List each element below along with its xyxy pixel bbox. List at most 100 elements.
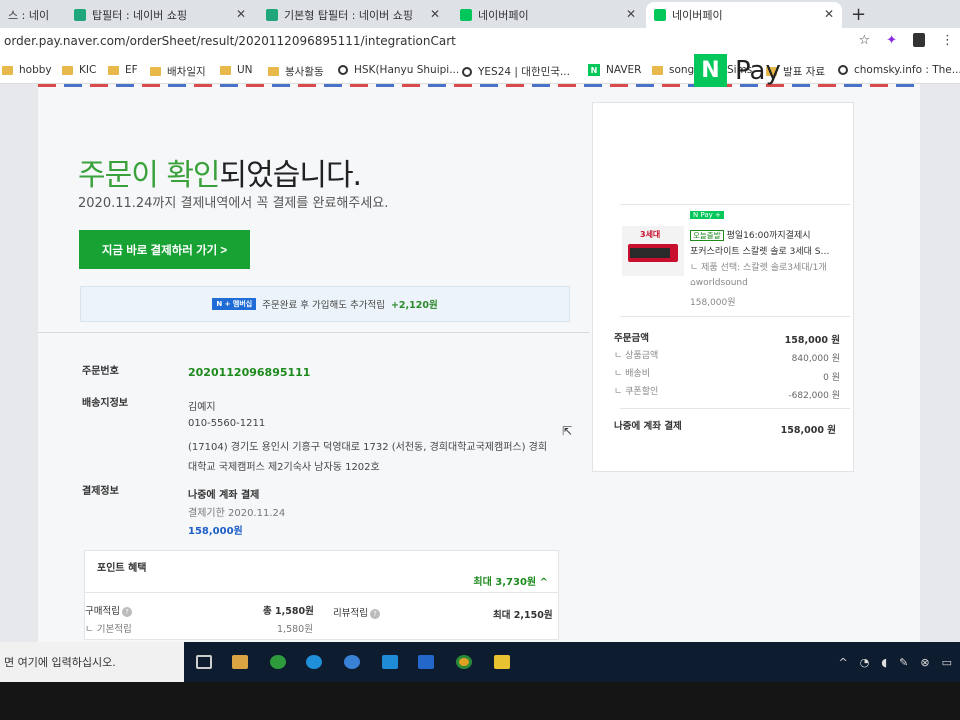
globe-icon <box>338 65 348 75</box>
pen-icon[interactable]: ✎ <box>899 656 908 669</box>
tab-1[interactable]: 스 : 네이 <box>0 2 64 28</box>
volume-icon[interactable]: ◖ <box>881 656 887 669</box>
tab-label: 네이버페이 <box>478 9 529 22</box>
tab-label: 스 : 네이 <box>8 9 50 22</box>
notification-icon[interactable]: ▭ <box>942 656 952 669</box>
seller-name: ⌂worldsound <box>690 278 748 288</box>
monitor-bezel <box>0 682 960 720</box>
naver-n-icon: N <box>694 54 727 87</box>
card-divider <box>620 408 850 409</box>
close-icon[interactable]: ✕ <box>236 7 246 21</box>
payment-info-label: 결제정보 <box>82 486 119 497</box>
stop-icon[interactable]: ⊗ <box>920 656 929 669</box>
order-amount: 158,000 원 <box>784 335 840 346</box>
app-store-icon[interactable] <box>382 655 398 669</box>
folder-icon <box>268 67 279 76</box>
bookmark-kic[interactable]: KIC <box>62 64 96 76</box>
bookmark-un[interactable]: UN <box>220 64 253 76</box>
tab-5-active[interactable]: 네이버페이 ✕ <box>646 2 842 28</box>
thumb-tag: 3세대 <box>640 230 661 239</box>
product-amount-label: ㄴ 상품금액 <box>614 351 659 361</box>
audio-interface-image-detail <box>630 248 670 258</box>
tab-label: 네이버페이 <box>672 9 723 22</box>
sticky-notes-icon[interactable] <box>494 655 510 669</box>
bookmark-volunteer[interactable]: 봉사활동 <box>268 64 324 79</box>
membership-promo-banner[interactable]: N + 멤버십 주문완료 후 가입해도 추가적립 +2,120원 <box>80 286 570 322</box>
address-bar: order.pay.naver.com/orderSheet/result/20… <box>0 28 960 56</box>
tab-label: 기본형 탑필터 : 네이버 쇼핑 <box>284 9 414 22</box>
naver-shopping-icon <box>74 9 86 21</box>
tab-2[interactable]: 탑필터 : 네이버 쇼핑 ✕ <box>66 2 254 28</box>
shipping-note: 오늘출발 평일16:00까지결제시 <box>690 228 811 241</box>
points-max-toggle[interactable]: 최대 3,730원 ^ <box>473 573 548 588</box>
address-line-2: 대학교 국제캠퍼스 제2기숙사 남자동 1202호 <box>188 462 380 473</box>
product-price: 158,000원 <box>690 298 736 308</box>
app-icon[interactable] <box>270 655 286 669</box>
extension-icon[interactable]: ✦ <box>886 33 897 48</box>
final-amount: 158,000 원 <box>780 425 836 436</box>
product-thumbnail[interactable]: 3세대 <box>622 226 684 276</box>
task-view-icon[interactable] <box>196 655 212 669</box>
bookmark-songs[interactable]: songs <box>652 64 700 76</box>
internet-explorer-icon[interactable] <box>344 655 360 669</box>
basic-points-value: 1,580원 <box>277 624 313 635</box>
today-shipping-tag: 오늘출발 <box>690 230 724 241</box>
product-name[interactable]: 포커스라이트 스칼렛 솔로 3세대 S… <box>690 244 830 257</box>
payment-amount: 158,000원 <box>188 526 243 537</box>
purchase-points-label: 구매적립? <box>85 603 132 617</box>
shipping-fee-label: ㄴ 배송비 <box>614 369 650 379</box>
bookmark-naver[interactable]: N NAVER <box>588 64 641 76</box>
order-amount-label: 주문금액 <box>614 333 649 344</box>
card-divider <box>620 316 850 317</box>
section-divider <box>38 332 590 333</box>
chrome-icon[interactable] <box>456 655 472 669</box>
close-icon[interactable]: ✕ <box>626 7 636 21</box>
pay-text: Pay <box>735 55 781 86</box>
pay-now-button[interactable]: 지금 바로 결제하러 가기 > <box>79 230 250 269</box>
address-bar-icons: ☆ ✦ ⋮ <box>858 33 954 48</box>
folder-icon <box>652 65 663 75</box>
bookmark-yes24[interactable]: YES24 | 대한민국... <box>462 64 570 79</box>
close-icon[interactable]: ✕ <box>824 7 834 21</box>
naver-pay-icon <box>654 9 666 21</box>
chevron-up-icon[interactable]: ^ <box>839 656 848 669</box>
taskbar-search-input[interactable]: 면 여기에 입력하십시오. <box>0 642 184 682</box>
edge-icon[interactable] <box>306 655 322 669</box>
point-benefits-panel: 포인트 혜택 최대 3,730원 ^ 구매적립? ㄴ 기본적립 총 1,580원… <box>84 550 559 640</box>
folder-icon <box>108 65 119 75</box>
bookmark-chomsky[interactable]: chomsky.info : The... <box>838 64 960 76</box>
naver-pay-icon <box>460 9 472 21</box>
naver-icon: N <box>588 64 600 76</box>
tab-3[interactable]: 기본형 탑필터 : 네이버 쇼핑 ✕ <box>258 2 448 28</box>
bookmark-ef[interactable]: EF <box>108 64 138 76</box>
folder-icon <box>150 67 161 76</box>
airmail-border <box>38 84 920 87</box>
file-explorer-icon[interactable] <box>232 655 248 669</box>
network-icon[interactable]: ◔ <box>860 656 870 669</box>
page-title: 주문이 확인되었습니다. <box>78 150 363 194</box>
folder-icon <box>2 65 13 75</box>
close-icon[interactable]: ✕ <box>430 7 440 21</box>
review-points-label: 리뷰적립? <box>333 605 380 619</box>
help-icon[interactable]: ? <box>121 607 132 617</box>
bookmark-hobby[interactable]: hobby <box>2 64 52 76</box>
url-field[interactable]: order.pay.naver.com/orderSheet/result/20… <box>4 34 456 48</box>
windows-taskbar: 면 여기에 입력하십시오. ^ ◔ ◖ ✎ ⊗ ▭ <box>0 642 960 682</box>
coupon-discount: -682,000 원 <box>788 391 840 401</box>
tab-label: 탑필터 : 네이버 쇼핑 <box>92 9 188 22</box>
notes-icon[interactable] <box>418 655 434 669</box>
promo-text: 주문완료 후 가입해도 추가적립 <box>262 300 385 311</box>
star-icon[interactable]: ☆ <box>858 33 870 48</box>
help-icon[interactable]: ? <box>369 609 380 619</box>
bookmark-hsk[interactable]: HSK(Hanyu Shuipi... <box>338 64 459 76</box>
new-tab-button[interactable]: + <box>851 4 866 25</box>
naver-shopping-icon <box>266 9 278 21</box>
bookmark-dispatch-log[interactable]: 배차일지 <box>150 64 206 79</box>
title-rest: 되었습니다. <box>219 158 363 193</box>
card-divider <box>620 204 850 205</box>
shipping-info-label: 배송지정보 <box>82 398 128 409</box>
tab-4[interactable]: 네이버페이 ✕ <box>452 2 644 28</box>
extension-icon[interactable] <box>913 33 925 47</box>
menu-icon[interactable]: ⋮ <box>941 33 954 48</box>
points-divider <box>85 592 558 593</box>
